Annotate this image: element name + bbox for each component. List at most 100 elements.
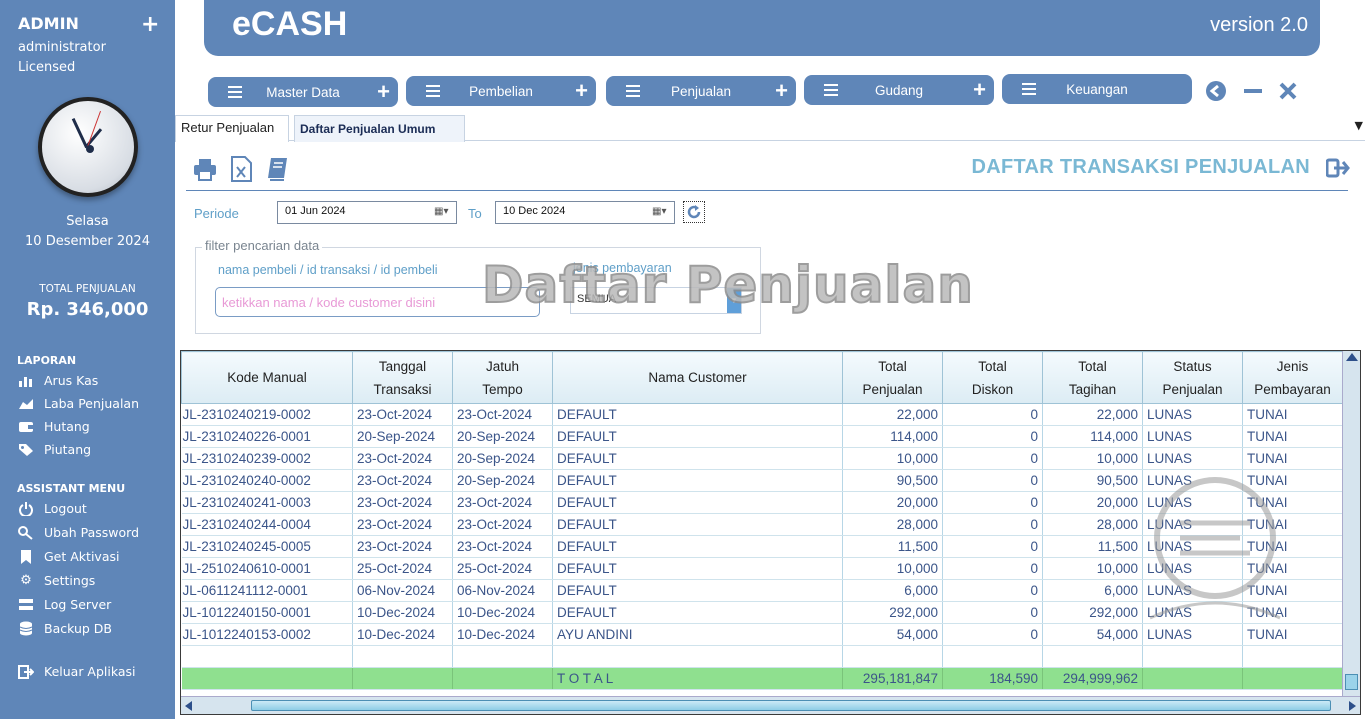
table-cell[interactable]: 10-Dec-2024: [352, 623, 453, 646]
table-cell[interactable]: 114,000: [1042, 425, 1143, 448]
table-cell[interactable]: 11,500: [1042, 535, 1143, 558]
table-cell[interactable]: LUNAS: [1142, 425, 1243, 448]
table-row[interactable]: JL-2310240219-0002 23-Oct-2024 23-Oct-2024…: [181, 403, 1343, 426]
table-cell[interactable]: TUNAI: [1242, 491, 1343, 514]
table-cell[interactable]: 10-Dec-2024: [352, 601, 453, 624]
sidebar-item-hutang[interactable]: Hutang: [18, 419, 90, 434]
export-excel-button[interactable]: [229, 156, 255, 182]
table-row[interactable]: JL-2310240239-0002 23-Oct-2024 20-Sep-2024…: [181, 447, 1343, 470]
table-cell[interactable]: 0: [942, 535, 1043, 558]
sidebar-item-arus-kas[interactable]: Arus Kas: [18, 373, 98, 388]
menu-pembelian[interactable]: Pembelian +: [406, 76, 596, 106]
table-cell[interactable]: TUNAI: [1242, 623, 1343, 646]
sidebar-item-backup-db[interactable]: Backup DB: [18, 621, 112, 636]
date-to-picker[interactable]: 10 Dec 2024 ▦▾: [495, 201, 675, 224]
table-cell[interactable]: 23-Oct-2024: [352, 403, 453, 426]
table-cell[interactable]: TUNAI: [1242, 557, 1343, 580]
table-cell[interactable]: 90,500: [842, 469, 943, 492]
table-row[interactable]: JL-2510240610-0001 25-Oct-2024 25-Oct-2024…: [181, 557, 1343, 580]
close-button[interactable]: [1277, 80, 1299, 102]
table-cell[interactable]: 23-Oct-2024: [352, 513, 453, 536]
table-cell[interactable]: LUNAS: [1142, 469, 1243, 492]
table-cell[interactable]: TUNAI: [1242, 513, 1343, 536]
table-cell[interactable]: 10,000: [842, 557, 943, 580]
col-header[interactable]: Total Penjualan: [842, 351, 943, 404]
menu-penjualan[interactable]: Penjualan +: [606, 76, 796, 106]
table-cell[interactable]: 25-Oct-2024: [352, 557, 453, 580]
exit-page-button[interactable]: [1325, 157, 1350, 179]
table-cell[interactable]: 292,000: [1042, 601, 1143, 624]
col-header[interactable]: Total Tagihan: [1042, 351, 1143, 404]
table-cell[interactable]: LUNAS: [1142, 513, 1243, 536]
vertical-scrollbar[interactable]: [1342, 351, 1360, 696]
sidebar-item-get-aktivasi[interactable]: Get Aktivasi: [18, 549, 119, 564]
table-cell[interactable]: 22,000: [1042, 403, 1143, 426]
table-cell[interactable]: DEFAULT: [552, 403, 843, 426]
table-row[interactable]: JL-1012240153-0002 10-Dec-2024 10-Dec-2024…: [181, 623, 1343, 646]
table-cell[interactable]: TUNAI: [1242, 601, 1343, 624]
table-cell[interactable]: 114,000: [842, 425, 943, 448]
table-cell[interactable]: 6,000: [1042, 579, 1143, 602]
table-cell[interactable]: 0: [942, 579, 1043, 602]
table-cell[interactable]: 0: [942, 469, 1043, 492]
table-cell[interactable]: TUNAI: [1242, 403, 1343, 426]
sidebar-item-ubah-password[interactable]: Ubah Password: [18, 525, 139, 540]
report-button[interactable]: [265, 156, 291, 182]
table-cell[interactable]: 23-Oct-2024: [452, 491, 553, 514]
sidebar-item-settings[interactable]: ⚙ Settings: [18, 573, 95, 588]
table-cell[interactable]: TUNAI: [1242, 535, 1343, 558]
table-cell[interactable]: JL-2510240610-0001: [181, 557, 353, 580]
table-cell[interactable]: JL-0611241112-0001: [181, 579, 353, 602]
table-cell[interactable]: JL-2310240239-0002: [181, 447, 353, 470]
table-cell[interactable]: 0: [942, 425, 1043, 448]
table-cell[interactable]: DEFAULT: [552, 491, 843, 514]
table-cell[interactable]: JL-2310240219-0002: [181, 403, 353, 426]
col-header[interactable]: Status Penjualan: [1142, 351, 1243, 404]
table-cell[interactable]: 54,000: [1042, 623, 1143, 646]
menu-master-data[interactable]: Master Data +: [208, 77, 398, 107]
col-header[interactable]: Tanggal Transaksi: [352, 351, 453, 404]
table-cell[interactable]: LUNAS: [1142, 579, 1243, 602]
table-cell[interactable]: JL-1012240153-0002: [181, 623, 353, 646]
table-cell[interactable]: 20,000: [842, 491, 943, 514]
table-cell[interactable]: JL-2310240245-0005: [181, 535, 353, 558]
table-row[interactable]: JL-0611241112-0001 06-Nov-2024 06-Nov-2024…: [181, 579, 1343, 602]
table-cell[interactable]: 23-Oct-2024: [352, 469, 453, 492]
table-cell[interactable]: 292,000: [842, 601, 943, 624]
table-cell[interactable]: 0: [942, 557, 1043, 580]
table-cell[interactable]: 25-Oct-2024: [452, 557, 553, 580]
table-cell[interactable]: 06-Nov-2024: [452, 579, 553, 602]
table-cell[interactable]: 20-Sep-2024: [452, 469, 553, 492]
table-row[interactable]: JL-2310240226-0001 20-Sep-2024 20-Sep-2024…: [181, 425, 1343, 448]
table-cell[interactable]: 20,000: [1042, 491, 1143, 514]
table-cell[interactable]: 10-Dec-2024: [452, 623, 553, 646]
col-header[interactable]: Kode Manual: [181, 351, 353, 404]
sidebar-item-logout[interactable]: Logout: [18, 501, 87, 516]
table-cell[interactable]: 20-Sep-2024: [352, 425, 453, 448]
menu-gudang[interactable]: Gudang +: [804, 75, 994, 105]
table-cell[interactable]: AYU ANDINI: [552, 623, 843, 646]
table-cell[interactable]: 10,000: [842, 447, 943, 470]
table-cell[interactable]: DEFAULT: [552, 425, 843, 448]
table-cell[interactable]: LUNAS: [1142, 491, 1243, 514]
col-header[interactable]: Total Diskon: [942, 351, 1043, 404]
table-cell[interactable]: DEFAULT: [552, 535, 843, 558]
table-cell[interactable]: TUNAI: [1242, 447, 1343, 470]
table-cell[interactable]: 0: [942, 601, 1043, 624]
table-cell[interactable]: JL-2310240226-0001: [181, 425, 353, 448]
table-cell[interactable]: 23-Oct-2024: [352, 491, 453, 514]
table-cell[interactable]: JL-2310240240-0002: [181, 469, 353, 492]
table-cell[interactable]: 0: [942, 623, 1043, 646]
table-cell[interactable]: 0: [942, 447, 1043, 470]
sidebar-item-log-server[interactable]: Log Server: [18, 597, 111, 612]
sidebar-expand-button[interactable]: +: [141, 12, 159, 37]
table-cell[interactable]: TUNAI: [1242, 579, 1343, 602]
table-cell[interactable]: 6,000: [842, 579, 943, 602]
table-cell[interactable]: LUNAS: [1142, 403, 1243, 426]
table-cell[interactable]: LUNAS: [1142, 557, 1243, 580]
table-cell[interactable]: DEFAULT: [552, 447, 843, 470]
payment-type-select[interactable]: SEMUA ▼: [570, 287, 742, 314]
table-cell[interactable]: 10,000: [1042, 557, 1143, 580]
table-cell[interactable]: 11,500: [842, 535, 943, 558]
table-cell[interactable]: 20-Sep-2024: [452, 425, 553, 448]
